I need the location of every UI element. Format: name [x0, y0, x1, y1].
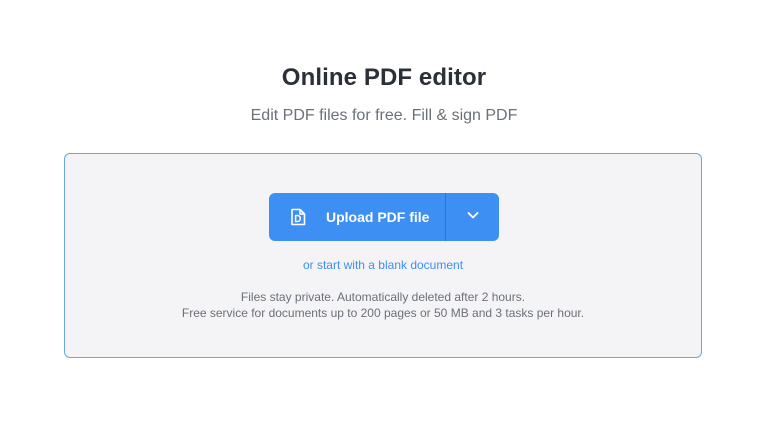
chevron-down-icon [466, 208, 480, 227]
upload-button-group: Upload PDF file [269, 193, 499, 241]
upload-options-dropdown[interactable] [446, 193, 499, 241]
limits-note: Free service for documents up to 200 pag… [181, 306, 585, 320]
page-subtitle: Edit PDF files for free. Fill & sign PDF [250, 107, 518, 124]
privacy-note: Files stay private. Automatically delete… [240, 290, 526, 304]
upload-dropzone[interactable]: Upload PDF file or start with a blank do… [64, 153, 702, 358]
page: Online PDF editor Edit PDF files for fre… [0, 0, 768, 425]
upload-pdf-button[interactable]: Upload PDF file [269, 193, 445, 241]
pdf-document-icon [288, 207, 308, 227]
upload-button-label: Upload PDF file [326, 209, 430, 225]
blank-document-link[interactable]: or start with a blank document [65, 258, 701, 272]
page-title: Online PDF editor [281, 64, 487, 91]
